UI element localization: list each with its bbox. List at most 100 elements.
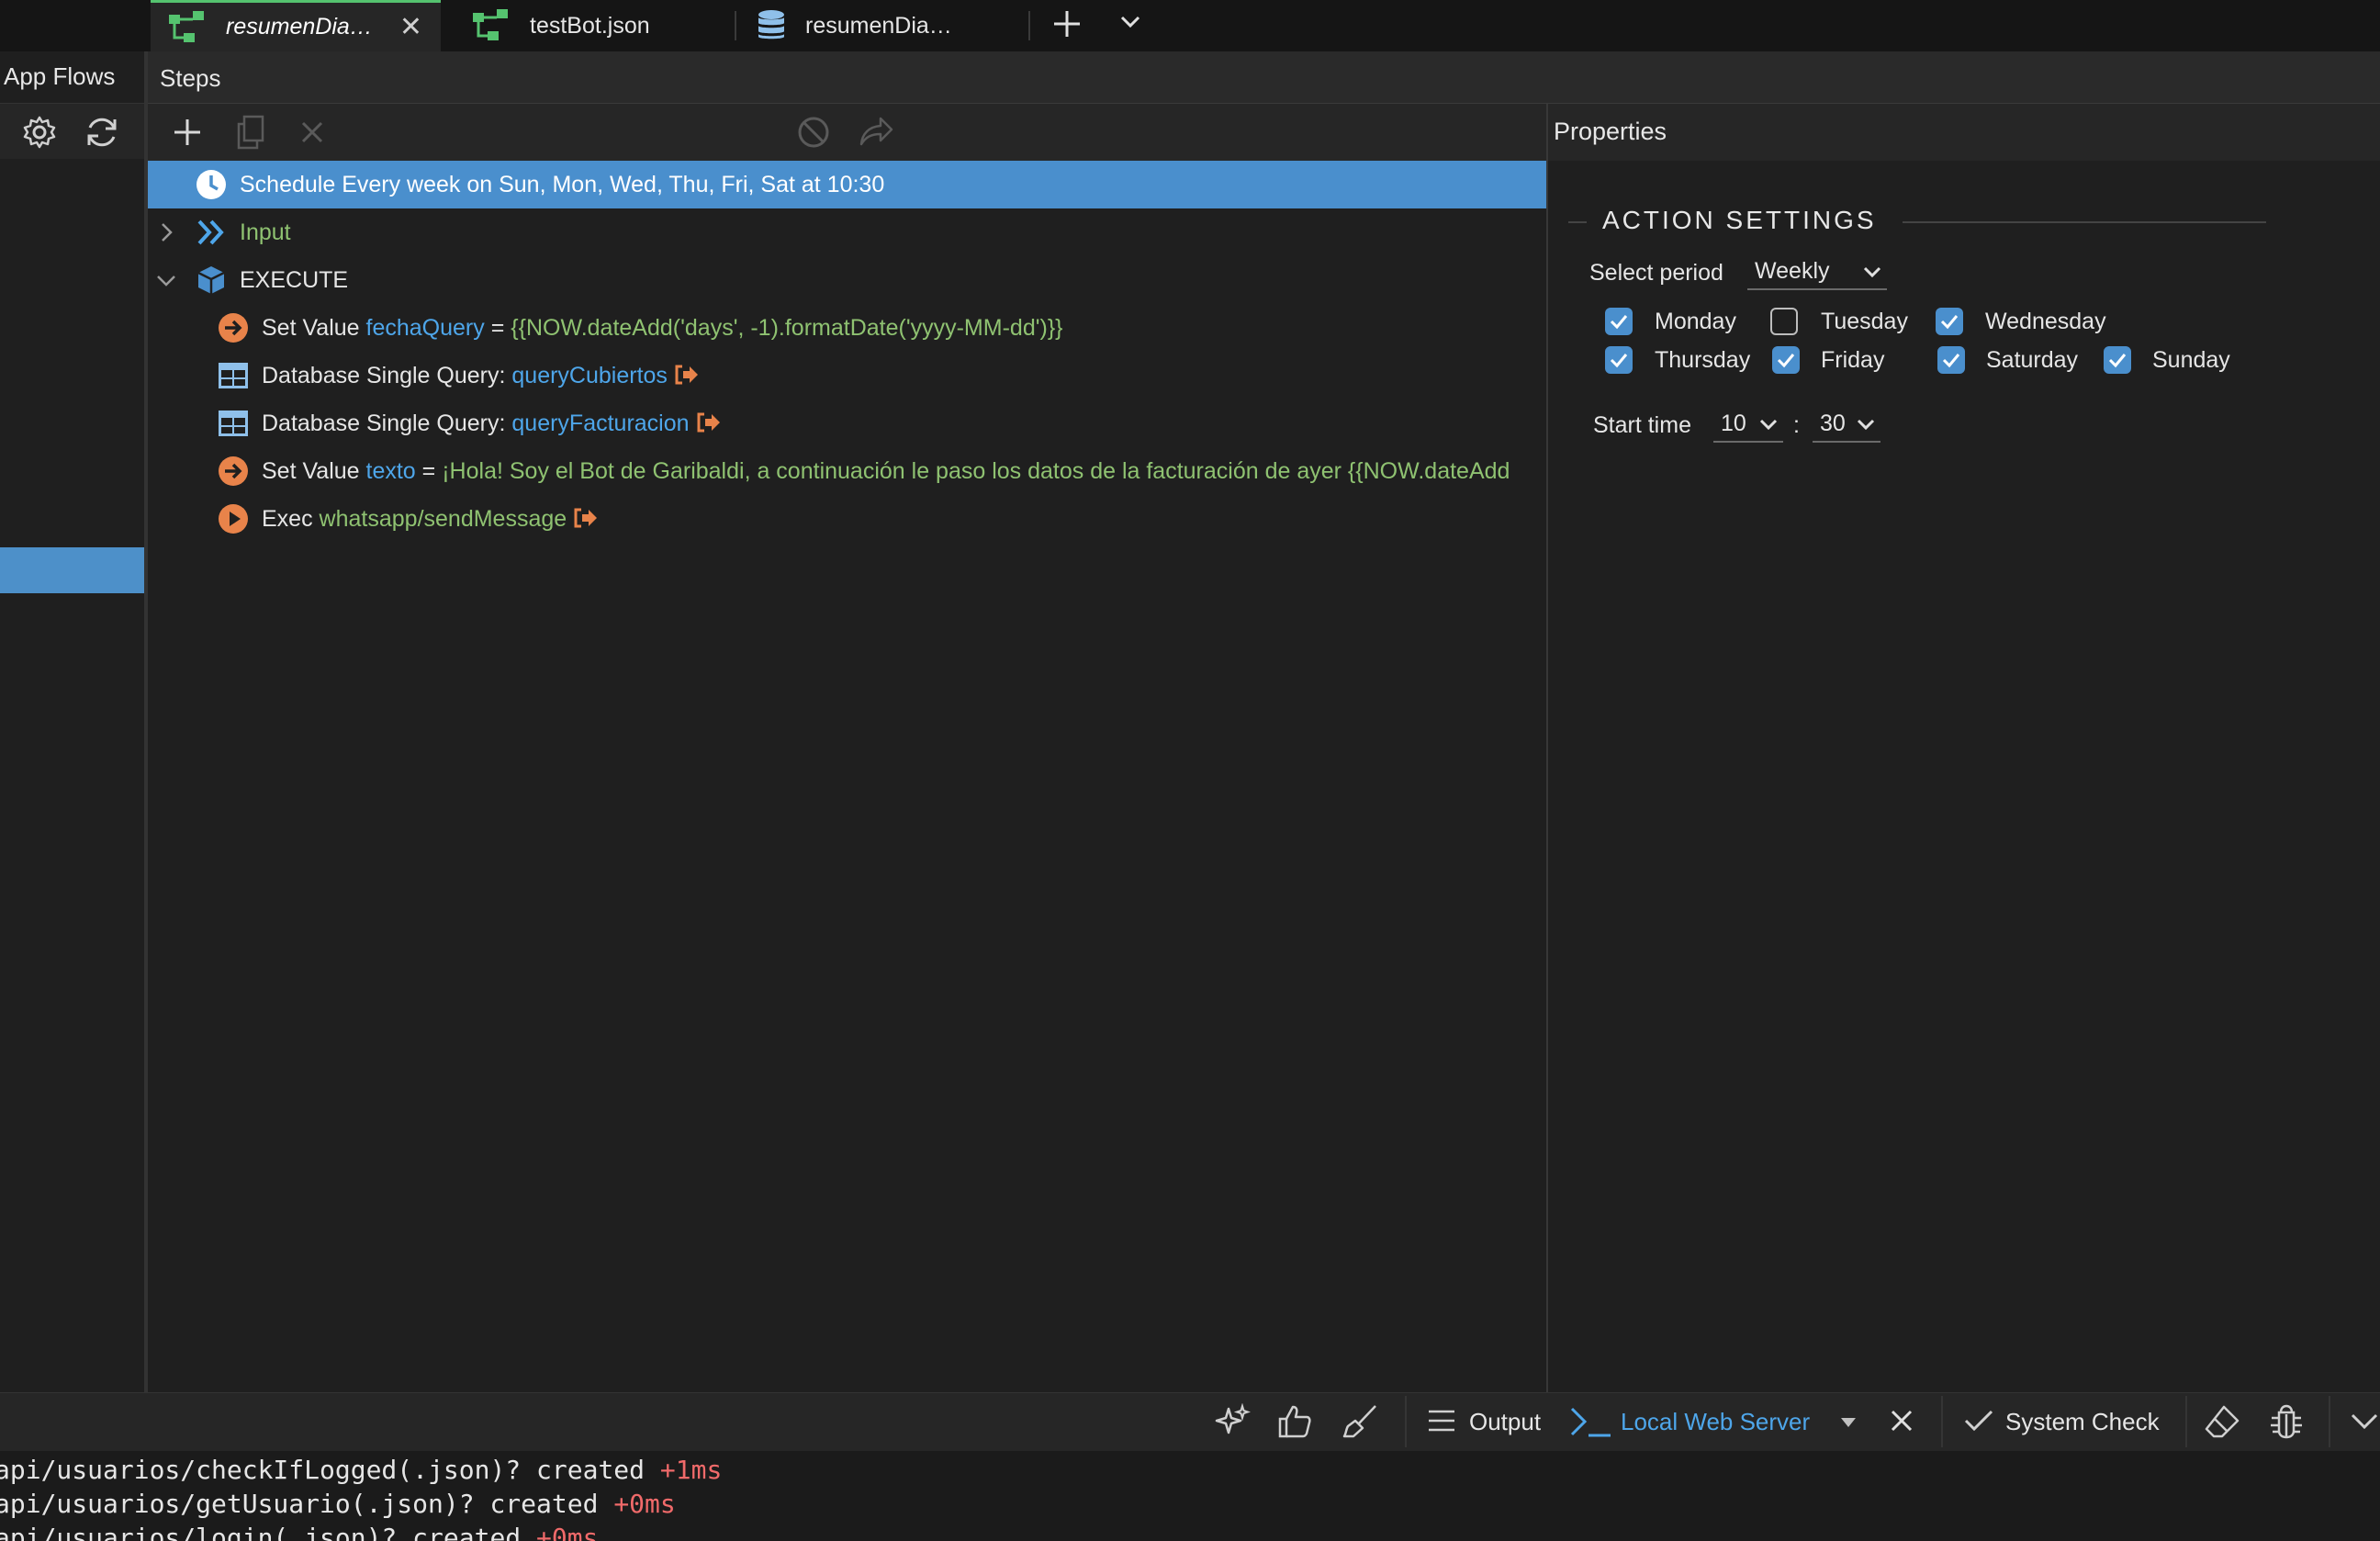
flow-icon (473, 9, 508, 40)
hour-select[interactable]: 10 (1713, 406, 1783, 443)
thursday-checkbox[interactable] (1605, 346, 1633, 374)
sparkle-icon[interactable] (1214, 1403, 1251, 1440)
step-text: Set Value fechaQuery = {{NOW.dateAdd('da… (262, 315, 1063, 342)
monday-label: Monday (1655, 309, 1736, 334)
wednesday-checkbox[interactable] (1936, 308, 1963, 335)
sidebar-toolbar (0, 103, 144, 159)
step-row-set-value[interactable]: Set Value texto = ¡Hola! Soy el Bot de G… (148, 447, 1547, 495)
step-text: Database Single Query: queryCubiertos (262, 363, 699, 389)
time-separator: : (1793, 412, 1800, 438)
output-tab[interactable]: Output (1469, 1408, 1541, 1436)
eraser-icon[interactable] (2204, 1403, 2240, 1440)
system-check-button[interactable]: System Check (2005, 1408, 2160, 1436)
tab-resumendia-db[interactable]: resumenDia… (748, 0, 1028, 51)
delete-icon[interactable] (300, 120, 324, 144)
step-prefix: Database Single Query: (262, 362, 506, 388)
step-operator: = (421, 457, 436, 484)
export-icon[interactable] (859, 117, 893, 148)
tab-label: resumenDia… (226, 14, 373, 39)
goto-link-icon[interactable] (675, 365, 699, 385)
step-text: Schedule Every week on Sun, Mon, Wed, Th… (240, 171, 885, 197)
step-group-label: Input (240, 219, 291, 245)
tab-separator (1028, 11, 1030, 40)
step-row-exec[interactable]: Exec whatsapp/sendMessage (148, 495, 1547, 543)
table-icon (219, 363, 248, 388)
step-value: ¡Hola! Soy el Bot de Garibaldi, a contin… (442, 457, 1510, 484)
log-text: api/usuarios/login(.json)? created (0, 1523, 522, 1541)
console-output: api/usuarios/checkIfLogged(.json)? creat… (0, 1451, 2380, 1541)
step-row-schedule[interactable]: Schedule Every week on Sun, Mon, Wed, Th… (148, 161, 1547, 208)
step-variable: texto (365, 457, 416, 484)
friday-checkbox[interactable] (1772, 346, 1800, 374)
step-row-set-value[interactable]: Set Value fechaQuery = {{NOW.dateAdd('da… (148, 304, 1547, 352)
terminal-icon[interactable] (1568, 1405, 1612, 1438)
step-prefix: Set Value (262, 314, 360, 341)
steps-toolbar (148, 104, 1547, 161)
sunday-checkbox[interactable] (2104, 346, 2131, 374)
tab-testbot[interactable]: testBot.json (455, 0, 739, 51)
input-icon (197, 219, 224, 245)
goto-link-icon[interactable] (574, 508, 598, 528)
steps-title: Steps (160, 64, 221, 92)
tuesday-checkbox[interactable] (1770, 308, 1798, 335)
chevron-down-icon (1759, 419, 1778, 431)
gear-icon[interactable] (22, 115, 57, 150)
check-icon[interactable] (1963, 1409, 1994, 1433)
tab-resumendia-flow[interactable]: resumenDia… ✕ (151, 0, 441, 51)
thursday-label: Thursday (1655, 347, 1751, 373)
chevron-right-icon[interactable] (155, 221, 177, 243)
flow-icon (169, 10, 204, 42)
goto-link-icon[interactable] (697, 412, 721, 433)
step-prefix: Set Value (262, 457, 360, 484)
copy-icon[interactable] (235, 115, 266, 150)
step-target-link[interactable]: queryCubiertos (511, 363, 668, 388)
close-icon[interactable]: ✕ (399, 13, 422, 41)
sunday-label: Sunday (2152, 347, 2230, 373)
minute-select-value: 30 (1820, 410, 1846, 436)
checkmark-icon (1942, 354, 1960, 368)
disable-icon[interactable] (797, 116, 830, 149)
toolbar-separator (1941, 1396, 1943, 1447)
thumbs-up-icon[interactable] (1276, 1403, 1313, 1440)
step-row-execute[interactable]: EXECUTE (148, 256, 1547, 304)
clock-icon (196, 170, 226, 199)
sidebar-selected-item[interactable] (0, 547, 144, 593)
saturday-checkbox[interactable] (1937, 346, 1965, 374)
step-target-link[interactable]: whatsapp/sendMessage (320, 506, 567, 532)
step-row-input[interactable]: Input (148, 208, 1547, 256)
bug-icon[interactable] (2268, 1401, 2305, 1440)
steps-list: Schedule Every week on Sun, Mon, Wed, Th… (148, 161, 1547, 1391)
brush-icon[interactable] (1341, 1403, 1379, 1440)
refresh-icon[interactable] (84, 115, 120, 150)
checkmark-icon (1940, 315, 1959, 330)
chevron-down-icon[interactable] (1120, 15, 1140, 29)
chevron-down-icon[interactable] (155, 269, 177, 291)
set-value-icon (219, 313, 248, 343)
minute-select[interactable]: 30 (1813, 406, 1880, 443)
plus-icon[interactable] (1052, 9, 1082, 39)
chevron-down-icon[interactable] (2351, 1412, 2378, 1431)
toolbar-separator (2185, 1396, 2187, 1447)
table-icon (219, 411, 248, 436)
section-divider (1568, 221, 1587, 223)
close-icon[interactable] (1890, 1409, 1914, 1433)
step-row-db-query[interactable]: Database Single Query: queryCubiertos (148, 352, 1547, 399)
tab-label: resumenDia… (805, 12, 952, 39)
set-value-icon (219, 456, 248, 486)
step-text: Exec whatsapp/sendMessage (262, 506, 598, 533)
step-target-link[interactable]: queryFacturacion (511, 411, 689, 436)
checkmark-icon (1777, 354, 1795, 368)
tab-separator (735, 11, 736, 40)
menu-icon[interactable] (1427, 1408, 1456, 1434)
checkmark-icon (1610, 315, 1628, 330)
section-divider (1903, 221, 2266, 223)
caret-down-icon[interactable] (1840, 1417, 1857, 1428)
monday-checkbox[interactable] (1605, 308, 1633, 335)
sidebar: App Flows (0, 51, 148, 1392)
log-duration: +1ms (659, 1455, 723, 1485)
add-step-icon[interactable] (173, 118, 202, 147)
step-row-db-query[interactable]: Database Single Query: queryFacturacion (148, 399, 1547, 447)
friday-label: Friday (1821, 347, 1885, 373)
period-select[interactable]: Weekly (1747, 253, 1887, 290)
local-web-server-tab[interactable]: Local Web Server (1621, 1408, 1810, 1436)
